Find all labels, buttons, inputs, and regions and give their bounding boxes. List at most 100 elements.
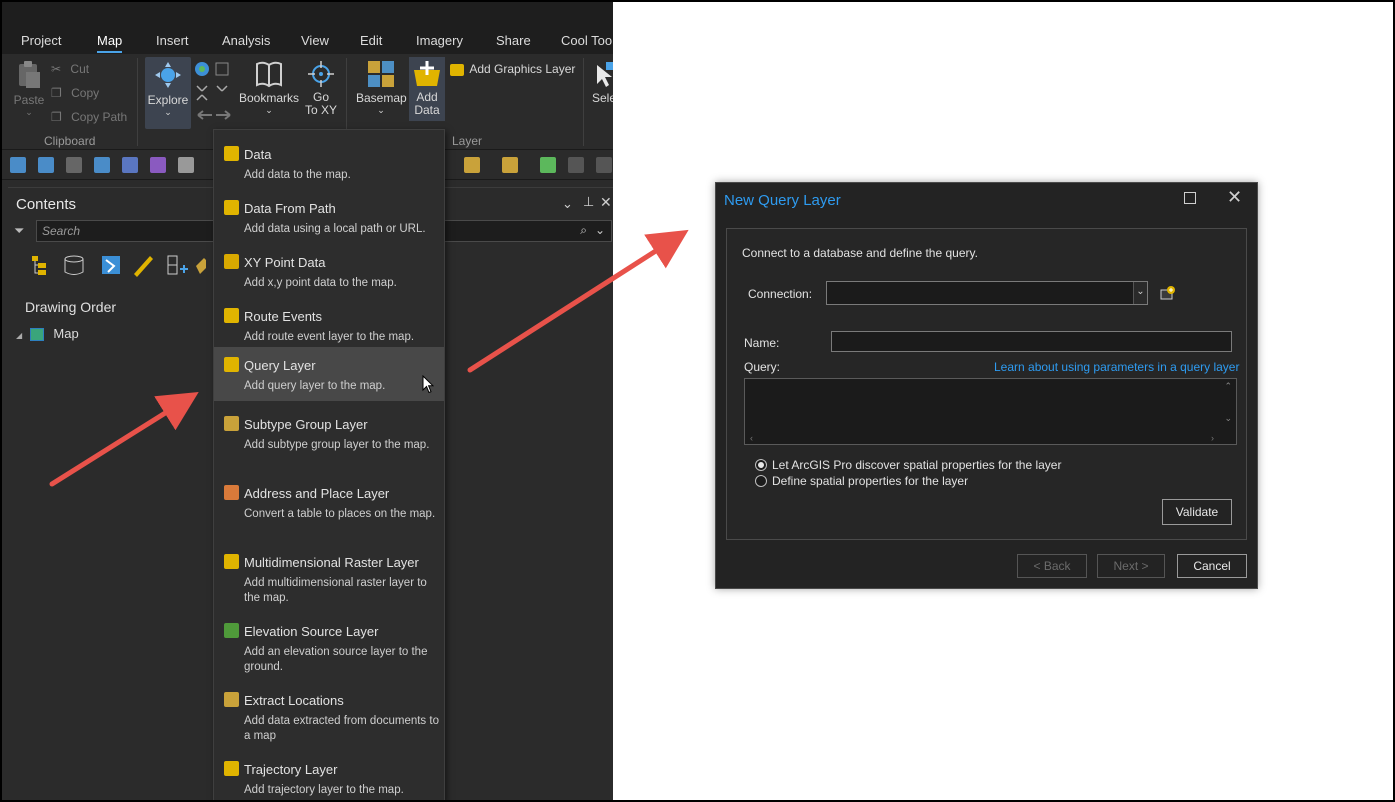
tab-imagery[interactable]: Imagery: [416, 33, 463, 48]
tab-view[interactable]: View: [301, 33, 329, 48]
extract-locations-icon: [224, 692, 239, 707]
chevron-down-icon[interactable]: ⌄: [1133, 282, 1147, 304]
query-parameters-help-link[interactable]: Learn about using parameters in a query …: [994, 360, 1239, 374]
menu-item-title: Trajectory Layer: [244, 762, 338, 777]
menu-item-data[interactable]: Data Add data to the map.: [214, 138, 444, 188]
toolbar-item-icon[interactable]: [502, 157, 518, 173]
list-by-editing-icon: [134, 256, 153, 277]
menu-item-address-place-layer[interactable]: Address and Place Layer Convert a table …: [214, 477, 444, 543]
copy-button[interactable]: ❐ Copy: [51, 86, 99, 100]
basemap-button[interactable]: Basemap ⌄: [356, 60, 407, 116]
filter-icon[interactable]: ⏷: [14, 223, 24, 239]
name-label: Name:: [744, 336, 780, 350]
cut-button[interactable]: ✂ Cut: [51, 62, 89, 76]
menu-item-data-from-path[interactable]: Data From Path Add data using a local pa…: [214, 192, 444, 242]
toolbar-item-icon[interactable]: [540, 157, 556, 173]
select-label: Sele: [592, 91, 613, 105]
tab-map[interactable]: Map: [97, 33, 123, 53]
dialog-body: Connect to a database and define the que…: [726, 228, 1247, 540]
tab-edit[interactable]: Edit: [360, 33, 382, 48]
menu-item-route-events[interactable]: Route Events Add route event layer to th…: [214, 300, 444, 350]
new-icon[interactable]: [10, 157, 26, 173]
navigation-tools-icon[interactable]: [194, 60, 234, 120]
pane-options-icon[interactable]: ⌄: [562, 196, 573, 212]
print-icon[interactable]: [178, 157, 194, 173]
map-icon[interactable]: [94, 157, 110, 173]
select-button[interactable]: Sele: [592, 62, 613, 105]
scroll-up-icon[interactable]: ⌃: [1224, 381, 1232, 392]
maximize-icon[interactable]: [1184, 192, 1196, 204]
intro-text: Connect to a database and define the que…: [742, 246, 978, 260]
explore-button[interactable]: Explore ⌄: [145, 57, 191, 129]
define-spatial-radio[interactable]: [755, 475, 767, 487]
menu-item-xy-point-data[interactable]: XY Point Data Add x,y point data to the …: [214, 246, 444, 296]
scroll-left-icon[interactable]: ‹: [750, 433, 753, 443]
close-icon[interactable]: ✕: [600, 194, 612, 211]
contents-title: Contents: [16, 196, 77, 213]
menu-item-desc: Convert a table to places on the map.: [244, 508, 436, 520]
multidimensional-raster-icon: [224, 554, 239, 569]
tab-share[interactable]: Share: [496, 33, 531, 48]
map-layer-node[interactable]: ◢ Map: [16, 326, 79, 342]
ribbon-separator: [583, 58, 584, 146]
layout-icon[interactable]: [122, 157, 138, 173]
menu-item-elevation-source-layer[interactable]: Elevation Source Layer Add an elevation …: [214, 615, 444, 681]
route-events-icon: [224, 308, 239, 323]
map-node-label: Map: [53, 326, 79, 341]
bookmarks-button[interactable]: Bookmarks ⌄: [239, 60, 299, 116]
query-textarea[interactable]: ⌃ ⌄ ‹ ›: [744, 378, 1237, 445]
menu-item-title: Address and Place Layer: [244, 486, 390, 501]
go-to-xy-label: Go To XY: [304, 90, 337, 117]
menu-item-title: Extract Locations: [244, 693, 344, 708]
paste-button[interactable]: Paste ⌄: [12, 60, 46, 118]
query-layer-icon: [224, 357, 239, 372]
toolbar-item-icon[interactable]: [596, 157, 612, 173]
cancel-button[interactable]: Cancel: [1177, 554, 1247, 578]
pin-icon[interactable]: ⊥: [583, 194, 594, 210]
tab-insert[interactable]: Insert: [156, 33, 189, 48]
chevron-down-icon[interactable]: ⌄: [595, 223, 605, 237]
discover-spatial-radio[interactable]: [755, 459, 767, 471]
tab-analysis[interactable]: Analysis: [222, 33, 270, 48]
menu-item-title: Subtype Group Layer: [244, 417, 368, 432]
scissors-icon: ✂: [51, 62, 62, 76]
copy-path-button[interactable]: ❐ Copy Path: [51, 110, 127, 124]
subtype-group-icon: [224, 416, 239, 431]
list-by-source-icon: [64, 255, 84, 275]
menu-item-trajectory-layer[interactable]: Trajectory Layer Add trajectory layer to…: [214, 753, 444, 800]
search-placeholder: Search: [42, 224, 81, 238]
collapse-triangle-icon[interactable]: ◢: [16, 331, 22, 340]
tab-project[interactable]: Project: [21, 33, 61, 48]
next-button[interactable]: Next >: [1097, 554, 1165, 578]
toolbar-item-icon[interactable]: [464, 157, 480, 173]
menu-item-extract-locations[interactable]: Extract Locations Add data extracted fro…: [214, 684, 444, 750]
validate-button[interactable]: Validate: [1162, 499, 1232, 525]
save-icon[interactable]: [66, 157, 82, 173]
back-button[interactable]: < Back: [1017, 554, 1087, 578]
open-icon[interactable]: [38, 157, 54, 173]
basemap-icon: [368, 61, 394, 87]
search-icon[interactable]: ⌕: [580, 223, 587, 238]
scroll-right-icon[interactable]: ›: [1211, 433, 1214, 443]
menu-item-title: Route Events: [244, 309, 323, 324]
tab-cool-tools[interactable]: Cool Too: [561, 33, 612, 48]
menu-item-query-layer[interactable]: Query Layer Add query layer to the map.: [214, 347, 444, 401]
scroll-down-icon[interactable]: ⌄: [1224, 413, 1232, 424]
bookmarks-text: Bookmarks: [239, 91, 300, 105]
close-icon[interactable]: ✕: [1227, 187, 1242, 208]
copy-label: Copy: [71, 86, 100, 100]
new-database-connection-icon[interactable]: [1160, 285, 1176, 301]
toolbar-item-icon[interactable]: [568, 157, 584, 173]
name-input[interactable]: [831, 331, 1232, 352]
menu-item-subtype-group-layer[interactable]: Subtype Group Layer Add subtype group la…: [214, 408, 444, 474]
menu-item-desc: Add data extracted from documents to a m…: [244, 715, 439, 742]
go-to-xy-button[interactable]: Go To XY: [304, 60, 338, 117]
new-query-layer-dialog: New Query Layer ✕ Connect to a database …: [715, 182, 1258, 589]
connection-select[interactable]: ⌄: [826, 281, 1148, 305]
report-icon[interactable]: [150, 157, 166, 173]
add-data-button[interactable]: Add Data: [409, 57, 445, 121]
menu-item-multidimensional-raster-layer[interactable]: Multidimensional Raster Layer Add multid…: [214, 546, 444, 612]
add-graphics-layer-button[interactable]: Add Graphics Layer: [450, 62, 575, 76]
contents-view-toolbar[interactable]: [26, 252, 206, 278]
add-data-label: Add Data: [414, 90, 440, 117]
